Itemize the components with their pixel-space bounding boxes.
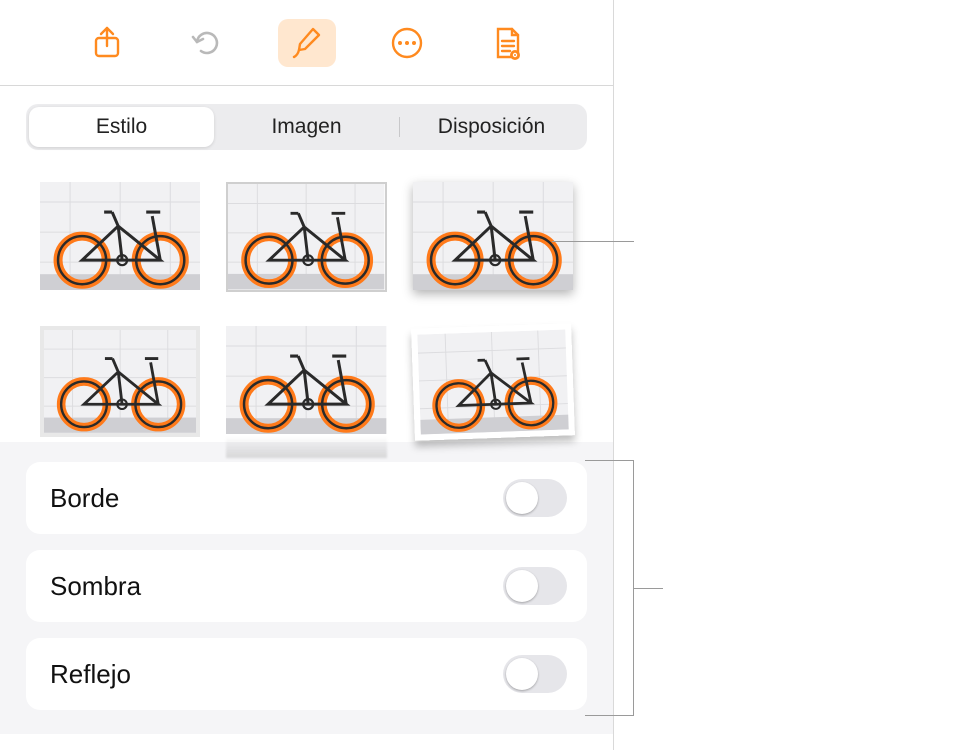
style-preset-grid — [0, 156, 613, 442]
option-reflejo-row: Reflejo — [26, 638, 587, 710]
preset-thumbnail — [417, 329, 569, 434]
option-borde-switch[interactable] — [503, 479, 567, 517]
style-preset-drop-shadow[interactable] — [413, 182, 573, 290]
style-options: Borde Sombra Reflejo — [0, 442, 613, 734]
style-preset-reflection[interactable] — [226, 326, 386, 434]
callout-bracket — [633, 460, 634, 716]
preset-thumbnail — [44, 330, 196, 433]
style-preset-thin-border[interactable] — [226, 182, 386, 292]
option-reflejo-switch[interactable] — [503, 655, 567, 693]
tab-label: Imagen — [271, 115, 341, 139]
more-button[interactable] — [378, 19, 436, 67]
document-settings-button[interactable] — [478, 19, 536, 67]
preset-thumbnail — [226, 326, 386, 434]
toolbar — [0, 0, 613, 86]
undo-button[interactable] — [178, 19, 236, 67]
format-panel: Estilo Imagen Disposición — [0, 0, 614, 750]
preset-thumbnail — [228, 184, 384, 290]
preset-thumbnail — [40, 182, 200, 290]
option-borde-row: Borde — [26, 462, 587, 534]
style-preset-polaroid-tilt[interactable] — [411, 323, 575, 441]
callout-line — [552, 241, 634, 242]
option-sombra-row: Sombra — [26, 550, 587, 622]
option-label: Reflejo — [50, 659, 131, 690]
style-tabs: Estilo Imagen Disposición — [26, 104, 587, 150]
option-label: Borde — [50, 483, 119, 514]
option-sombra-switch[interactable] — [503, 567, 567, 605]
style-preset-inset-frame[interactable] — [40, 326, 200, 437]
format-button[interactable] — [278, 19, 336, 67]
option-label: Sombra — [50, 571, 141, 602]
tab-imagen[interactable]: Imagen — [214, 107, 399, 147]
tab-label: Estilo — [96, 115, 147, 139]
tab-disposicion[interactable]: Disposición — [399, 107, 584, 147]
tab-label: Disposición — [438, 115, 545, 139]
style-preset-plain[interactable] — [40, 182, 200, 290]
preset-thumbnail — [413, 182, 573, 290]
share-button[interactable] — [78, 19, 136, 67]
tab-estilo[interactable]: Estilo — [29, 107, 214, 147]
